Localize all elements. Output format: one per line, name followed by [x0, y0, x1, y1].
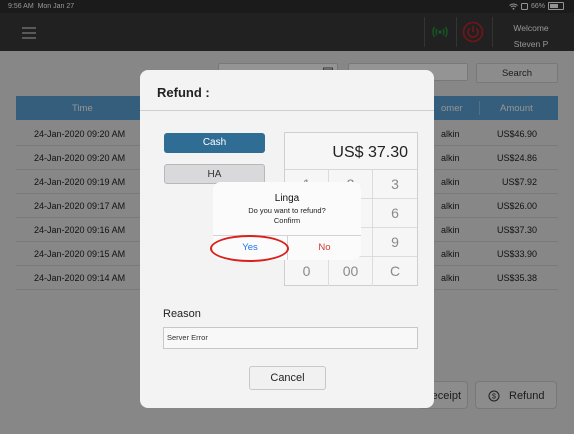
- cancel-button[interactable]: Cancel: [249, 366, 326, 390]
- key-0[interactable]: 0: [285, 257, 329, 286]
- alert-submessage: Confirm: [273, 216, 301, 225]
- key-clear[interactable]: C: [373, 257, 417, 286]
- alert-title: Linga: [274, 193, 300, 204]
- no-button[interactable]: No: [288, 236, 361, 260]
- app-screen: 9:56 AM Mon Jan 27 66% Welcome Steven P: [0, 0, 574, 434]
- reason-field[interactable]: Server Error: [163, 327, 418, 349]
- alert-message: Do you want to refund? Confirm: [213, 206, 361, 226]
- reason-label: Reason: [163, 308, 201, 320]
- refund-amount: US$ 37.30: [332, 144, 408, 161]
- refund-dialog-divider: [140, 110, 434, 111]
- key-00[interactable]: 00: [329, 257, 373, 286]
- alert-question: Do you want to refund?: [248, 206, 326, 215]
- payment-ha-button[interactable]: HA: [164, 164, 265, 184]
- key-3[interactable]: 3: [373, 170, 417, 199]
- refund-dialog-title: Refund :: [157, 85, 210, 100]
- yes-highlight-circle: [210, 235, 289, 262]
- payment-cash-button[interactable]: Cash: [164, 133, 265, 153]
- key-9[interactable]: 9: [373, 228, 417, 257]
- key-6[interactable]: 6: [373, 199, 417, 228]
